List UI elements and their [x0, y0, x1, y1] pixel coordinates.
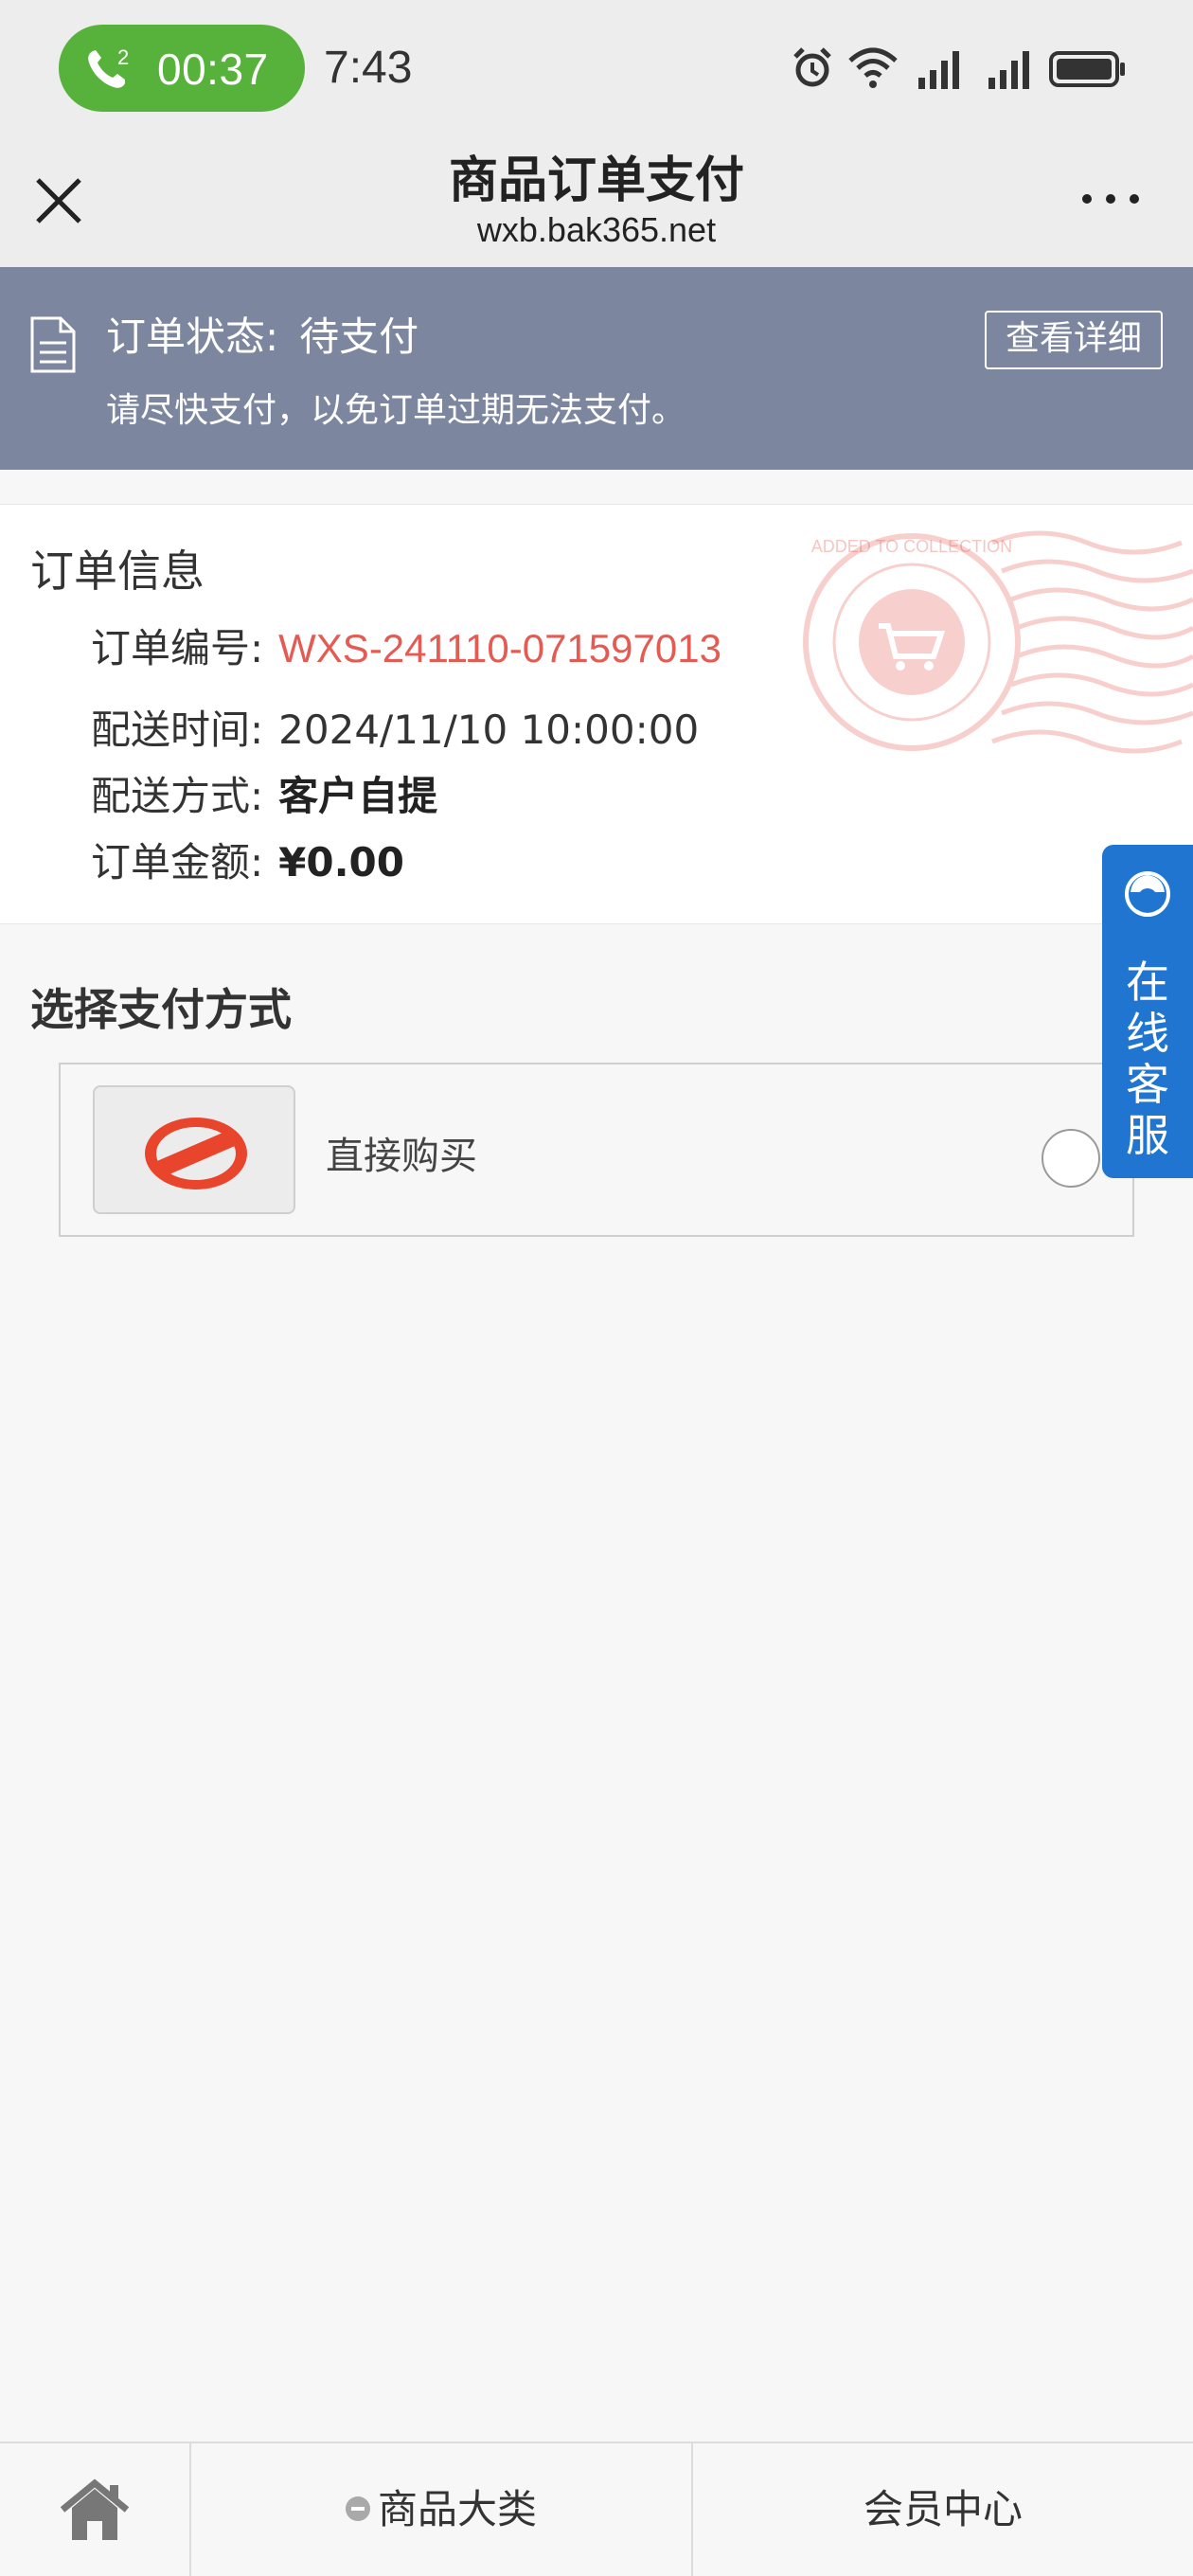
clock: 7:43	[324, 43, 413, 93]
delivery-time-label: 配送时间:	[91, 707, 264, 753]
status-bar: 2 00:37 7:43	[0, 0, 1193, 133]
payment-option-radio[interactable]	[1042, 1129, 1100, 1188]
delivery-time-value: 2024/11/10 10:00:00	[278, 707, 700, 753]
order-number-row: 订单编号: WXS-241110-071597013	[91, 617, 721, 674]
alarm-icon	[793, 47, 831, 87]
order-number-value: WXS-241110-071597013	[278, 626, 721, 671]
more-icon[interactable]	[1076, 170, 1146, 227]
delivery-time-row: 配送时间: 2024/11/10 10:00:00	[91, 698, 699, 756]
order-amount-label: 订单金额:	[91, 839, 264, 886]
bottom-nav: 商品大类 会员中心	[0, 2442, 1193, 2576]
page-title: 商品订单支付	[448, 152, 744, 209]
title-bar: 商品订单支付 wxb.bak365.net	[0, 133, 1193, 267]
document-icon	[30, 316, 76, 373]
order-amount-value: ¥0.00	[278, 839, 405, 886]
view-details-button[interactable]: 查看详细	[985, 311, 1163, 369]
payment-option-label: 直接购买	[326, 1135, 477, 1178]
order-info-card: 订单信息 ADDED TO COLLECTION 订单编号: WXS-241110…	[0, 504, 1193, 924]
delivery-method-row: 配送方式: 客户自提	[91, 764, 437, 822]
collection-stamp: ADDED TO COLLECTION	[803, 530, 1193, 754]
delivery-method-label: 配送方式:	[91, 773, 264, 819]
nav-member-center-label: 会员中心	[863, 2486, 1023, 2532]
wifi-icon	[848, 47, 898, 88]
order-status-hint: 请尽快支付，以免订单过期无法支付。	[106, 391, 686, 430]
payment-method-title: 选择支付方式	[30, 984, 292, 1035]
nav-home[interactable]	[0, 2443, 191, 2576]
home-icon	[60, 2478, 130, 2540]
nav-product-categories[interactable]: 商品大类	[191, 2443, 693, 2576]
order-amount-row: 订单金额: ¥0.00	[91, 831, 404, 888]
call-indicator[interactable]: 2 00:37	[59, 25, 305, 112]
online-support-label: 在线客服	[1126, 957, 1169, 1161]
call-timer: 00:37	[157, 45, 269, 94]
nav-product-categories-label: 商品大类	[377, 2486, 537, 2532]
no-entry-icon	[145, 1118, 247, 1190]
stamp-text: ADDED TO COLLECTION	[811, 537, 1012, 556]
order-status-banner: 订单状态: 待支付 请尽快支付，以免订单过期无法支付。 查看详细	[0, 267, 1193, 470]
headset-icon	[1125, 871, 1170, 917]
order-status-value: 待支付	[299, 313, 419, 360]
online-support-button[interactable]: 在线客服	[1102, 845, 1193, 1178]
category-icon	[345, 2496, 370, 2521]
order-number-label: 订单编号:	[91, 625, 264, 671]
order-status: 订单状态: 待支付	[106, 305, 418, 363]
signal-icon	[918, 51, 959, 89]
page-url: wxb.bak365.net	[476, 210, 717, 249]
battery-icon	[1049, 51, 1125, 87]
payment-logo	[93, 1085, 295, 1214]
call-badge: 2	[117, 45, 129, 69]
system-icons	[792, 42, 1170, 95]
delivery-method-value: 客户自提	[278, 773, 438, 819]
order-info-title: 订单信息	[30, 546, 205, 597]
phone-call-icon: 2	[88, 45, 129, 88]
order-status-label: 订单状态:	[106, 313, 279, 360]
signal-icon-2	[988, 51, 1029, 89]
nav-member-center[interactable]: 会员中心	[693, 2443, 1193, 2576]
payment-option-direct-buy[interactable]: 直接购买	[59, 1063, 1134, 1237]
